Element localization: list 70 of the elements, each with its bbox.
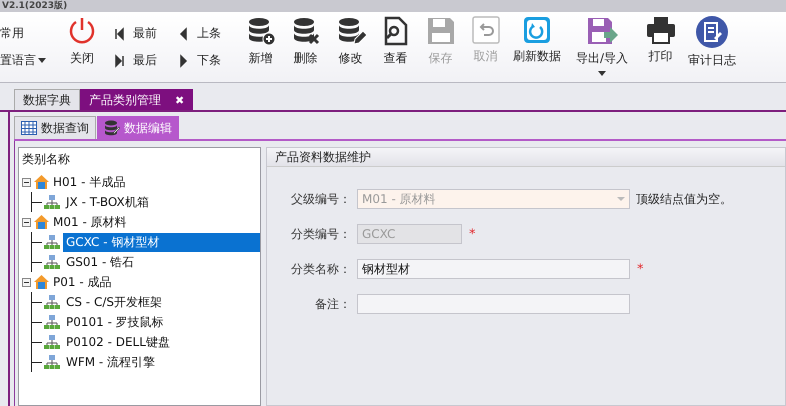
toolbar-button[interactable]: 打印 — [638, 12, 683, 82]
field-label: 父级编号： — [290, 190, 351, 208]
tree-item[interactable]: P0102 - DELL键盘 — [63, 332, 173, 352]
skip-forward-icon — [114, 54, 125, 68]
required-mark: * — [469, 226, 476, 242]
toolbar-button[interactable]: 删除 — [283, 12, 328, 82]
network-icon — [44, 235, 60, 249]
toolbar-button[interactable]: 新增 — [238, 12, 283, 82]
network-icon — [44, 195, 60, 209]
field-label: 分类名称： — [290, 260, 351, 278]
collapse-toggle[interactable] — [22, 178, 31, 186]
network-icon — [44, 255, 60, 269]
grid-icon — [21, 121, 37, 135]
database-edit-icon — [104, 120, 120, 136]
network-icon — [44, 355, 60, 369]
close-icon[interactable]: ✖ — [175, 94, 184, 106]
house-icon — [33, 214, 50, 230]
field-label: 备注： — [314, 296, 351, 312]
toolbar-button[interactable]: 修改 — [328, 12, 373, 82]
required-mark: * — [637, 262, 644, 276]
skip-back-icon — [114, 26, 125, 40]
toolbar-button[interactable]: 审计日志 — [683, 12, 741, 82]
tree-item[interactable]: WFM - 流程引擎 — [63, 352, 158, 372]
log-icon — [696, 16, 728, 48]
collapse-toggle[interactable] — [22, 278, 31, 286]
column-header: 类别名称 — [22, 151, 71, 168]
house-icon — [33, 174, 50, 190]
floppy-export-icon — [586, 16, 618, 46]
toolbar-button[interactable]: 刷新数据 — [508, 12, 566, 82]
document-tab[interactable]: 产品类别管理 ✖ — [80, 89, 194, 110]
nav-button[interactable]: 上条 — [174, 25, 238, 42]
sub-tab[interactable]: 数据编辑 — [97, 116, 179, 139]
tree-item[interactable]: P0101 - 罗技鼠标 — [63, 312, 167, 332]
toolbar-button[interactable]: 导出/导入 — [566, 12, 638, 82]
triangle-right-icon — [178, 54, 189, 68]
power-icon — [67, 16, 97, 46]
nav-button[interactable]: 最后 — [110, 52, 174, 69]
network-icon — [44, 315, 60, 329]
printer-icon — [646, 16, 676, 44]
refresh-icon — [523, 16, 551, 44]
tree-item[interactable]: P01 - 成品 — [50, 272, 114, 292]
menu-button[interactable]: 常用 — [0, 25, 62, 42]
triangle-left-icon — [178, 26, 189, 40]
network-icon — [44, 295, 60, 309]
tree-item[interactable]: M01 - 原材料 — [50, 212, 130, 232]
caret-icon — [617, 197, 625, 201]
input-field[interactable] — [357, 294, 630, 314]
window-title: V2.1(2023版) — [2, 1, 68, 11]
panel-title: 产品资料数据维护 — [275, 148, 371, 166]
tree-item[interactable]: GS01 - 锆石 — [63, 252, 138, 272]
nav-button[interactable]: 下条 — [174, 52, 238, 69]
nav-button[interactable]: 最前 — [110, 25, 174, 42]
tree-item[interactable]: GCXC - 钢材型材 — [63, 232, 260, 252]
caret-icon — [38, 58, 46, 63]
collapse-toggle[interactable] — [22, 218, 31, 226]
menu-button[interactable]: 置语言 — [0, 52, 62, 69]
input-field[interactable]: 钢材型材 — [357, 259, 630, 279]
toolbar-button[interactable]: 查看 — [373, 12, 418, 82]
sub-tab[interactable]: 数据查询 — [14, 116, 96, 139]
house-icon — [33, 274, 50, 290]
network-icon — [44, 335, 60, 349]
hint-text: 顶级结点值为空。 — [636, 190, 732, 208]
document-tab[interactable]: 数据字典 — [14, 89, 80, 110]
tree-item[interactable]: CS - C/S开发框架 — [63, 292, 165, 312]
field-label: 分类编号： — [290, 226, 351, 242]
undo-icon — [472, 16, 500, 44]
tree-item[interactable]: JX - T-BOX机箱 — [63, 192, 152, 212]
document-search-icon — [382, 16, 408, 46]
tree-item[interactable]: H01 - 半成品 — [50, 172, 128, 192]
close-button[interactable]: 关闭 — [62, 12, 102, 82]
